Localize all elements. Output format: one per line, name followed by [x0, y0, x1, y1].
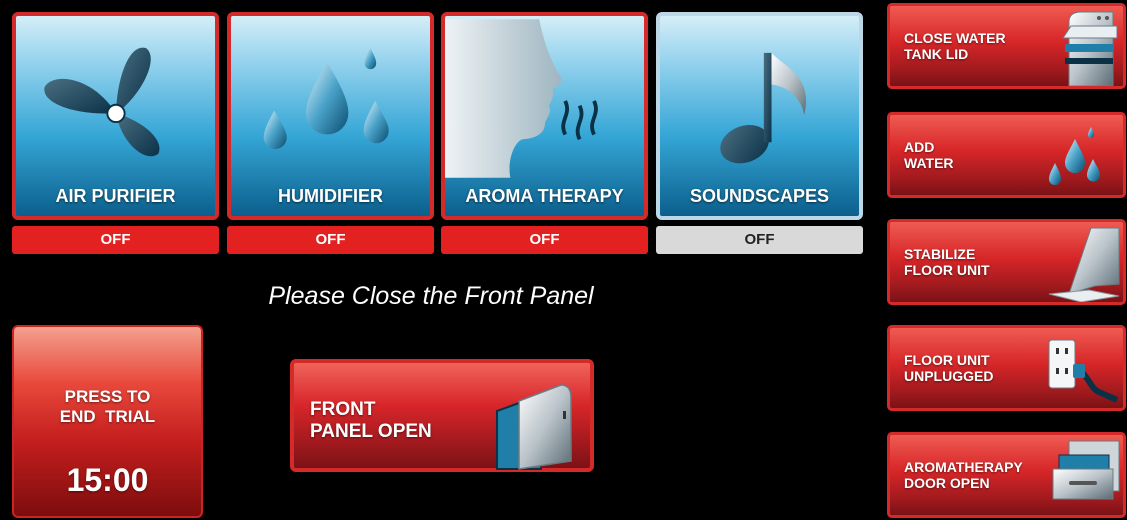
- end-trial-line2: END TRIAL: [59, 407, 156, 426]
- alert-line2: DOOR OPEN: [904, 475, 990, 491]
- front-panel-line2: PANEL OPEN: [310, 421, 432, 442]
- soundscapes-label: SOUNDSCAPES: [689, 186, 830, 206]
- aromatherapy-door-open-caption: AROMATHERAPY DOOR OPEN: [904, 459, 1023, 491]
- drawer-icon: [1052, 440, 1120, 500]
- add-water-caption: ADD WATER: [904, 139, 954, 171]
- panel-door-icon: [496, 384, 572, 470]
- alert-line1: AROMATHERAPY: [904, 459, 1023, 475]
- soundscapes-status[interactable]: OFF: [656, 226, 863, 254]
- alert-line1: FLOOR UNIT: [904, 352, 990, 368]
- front-panel-open-alert[interactable]: FRONT PANEL OPEN: [290, 359, 594, 472]
- aroma-therapy-button[interactable]: AROMA THERAPY: [441, 12, 648, 220]
- water-drops-icon: [1049, 127, 1100, 185]
- humidifier-label: HUMIDIFIER: [278, 186, 383, 206]
- floor-unit-unplugged-alert[interactable]: FLOOR UNIT UNPLUGGED: [887, 325, 1126, 411]
- floor-unit-icon: [1048, 227, 1120, 302]
- soundscapes-button[interactable]: SOUNDSCAPES: [656, 12, 863, 220]
- aroma-therapy-label: AROMA THERAPY: [465, 186, 624, 206]
- trial-timer: 15:00: [66, 462, 149, 498]
- end-trial-line1: PRESS TO: [64, 387, 151, 406]
- close-water-tank-lid-alert[interactable]: CLOSE WATER TANK LID: [887, 3, 1126, 89]
- notice-message: Please Close the Front Panel: [268, 282, 594, 310]
- water-drops-icon: [263, 48, 389, 149]
- add-water-alert[interactable]: ADD WATER: [887, 112, 1126, 198]
- water-tank-icon: [1062, 11, 1118, 86]
- aroma-therapy-status[interactable]: OFF: [441, 226, 648, 254]
- alert-line2: WATER: [904, 155, 954, 171]
- end-trial-caption: PRESS TO END TRIAL: [14, 387, 201, 427]
- humidifier-button[interactable]: HUMIDIFIER: [227, 12, 434, 220]
- stabilize-floor-unit-caption: STABILIZE FLOOR UNIT: [904, 246, 990, 278]
- humidifier-status[interactable]: OFF: [227, 226, 434, 254]
- front-panel-line1: FRONT: [310, 399, 376, 420]
- stabilize-floor-unit-alert[interactable]: STABILIZE FLOOR UNIT: [887, 219, 1126, 305]
- music-note-icon: [720, 52, 807, 164]
- end-trial-button[interactable]: PRESS TO END TRIAL 15:00: [12, 325, 203, 518]
- aromatherapy-door-open-alert[interactable]: AROMATHERAPY DOOR OPEN: [887, 432, 1126, 518]
- air-purifier-label: AIR PURIFIER: [55, 186, 176, 206]
- air-purifier-status[interactable]: OFF: [12, 226, 219, 254]
- alert-line2: TANK LID: [904, 46, 969, 62]
- alert-line1: STABILIZE: [904, 246, 976, 262]
- fan-icon: [44, 47, 160, 157]
- face-aroma-icon: [445, 19, 598, 178]
- close-water-tank-lid-caption: CLOSE WATER TANK LID: [904, 30, 1006, 62]
- outlet-plug-icon: [1048, 339, 1119, 403]
- alert-line1: ADD: [904, 139, 935, 155]
- floor-unit-unplugged-caption: FLOOR UNIT UNPLUGGED: [904, 352, 993, 384]
- alert-line2: FLOOR UNIT: [904, 262, 990, 278]
- alert-line2: UNPLUGGED: [904, 368, 994, 384]
- front-panel-caption: FRONT PANEL OPEN: [310, 399, 432, 443]
- alert-line1: CLOSE WATER: [904, 30, 1006, 46]
- air-purifier-button[interactable]: AIR PURIFIER: [12, 12, 219, 220]
